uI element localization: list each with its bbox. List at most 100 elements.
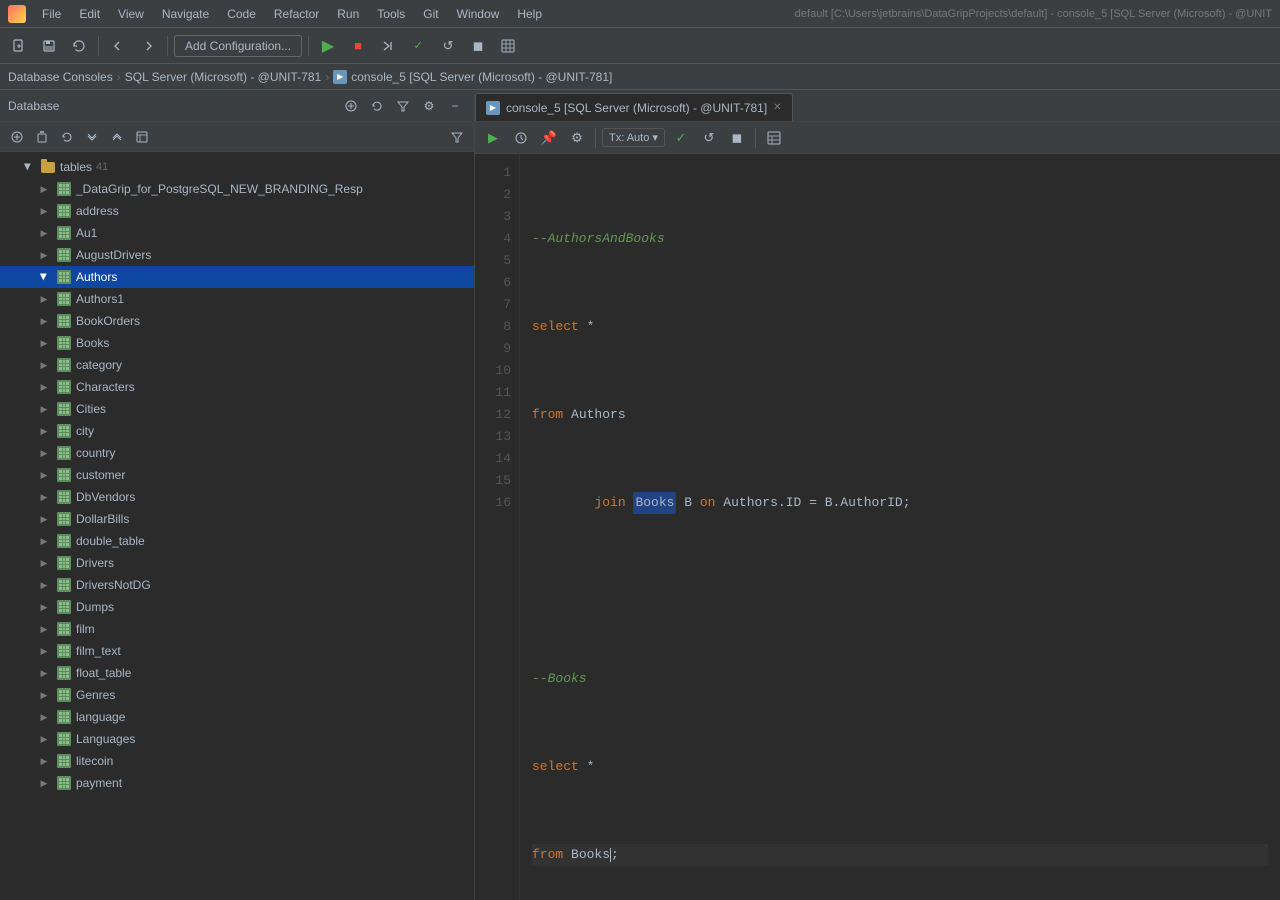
table-country[interactable]: ▶ country (0, 442, 474, 464)
forward-button[interactable] (135, 33, 161, 59)
address-chevron: ▶ (36, 203, 52, 219)
commit-query-button[interactable]: ✓ (669, 126, 693, 150)
table-genres[interactable]: ▶ Genres (0, 684, 474, 706)
table-language[interactable]: ▶ language (0, 706, 474, 728)
au1-icon (56, 225, 72, 241)
table-bookorders[interactable]: ▶ BookOrders (0, 310, 474, 332)
table-customer[interactable]: ▶ customer (0, 464, 474, 486)
line-numbers: 1 2 3 4 5 6 7 8 9 10 11 12 13 14 15 16 (475, 154, 520, 900)
back-button[interactable] (105, 33, 131, 59)
dollarbills-icon (56, 511, 72, 527)
transaction-mode[interactable]: Tx: Auto ▾ (602, 128, 665, 147)
table-film[interactable]: ▶ film (0, 618, 474, 640)
table-cities-name: Cities (76, 402, 106, 416)
menu-run[interactable]: Run (329, 5, 367, 23)
left-filter-button[interactable] (446, 126, 468, 148)
db-collapse-icon[interactable]: − (444, 95, 466, 117)
table-film-text[interactable]: ▶ film_text (0, 640, 474, 662)
table-city[interactable]: ▶ city (0, 420, 474, 442)
cancel-query-button[interactable]: ◼ (725, 126, 749, 150)
menu-tools[interactable]: Tools (369, 5, 413, 23)
menu-file[interactable]: File (34, 5, 69, 23)
dbvendors-icon (56, 489, 72, 505)
db-add-icon[interactable] (340, 95, 362, 117)
table-litecoin[interactable]: ▶ litecoin (0, 750, 474, 772)
breadcrumb-sql-server[interactable]: SQL Server (Microsoft) - @UNIT-781 (125, 70, 321, 84)
cancel-button[interactable]: ◼ (465, 33, 491, 59)
editor-tabs: ▶ console_5 [SQL Server (Microsoft) - @U… (475, 90, 1280, 122)
table-datagrip-name: _DataGrip_for_PostgreSQL_NEW_BRANDING_Re… (76, 182, 363, 196)
refresh-button[interactable] (66, 33, 92, 59)
menu-git[interactable]: Git (415, 5, 446, 23)
commit-button[interactable]: ✓ (405, 33, 431, 59)
bookorders-icon (56, 313, 72, 329)
breadcrumb-database-consoles[interactable]: Database Consoles (8, 70, 113, 84)
rollback-button[interactable]: ↺ (435, 33, 461, 59)
table-books-name: Books (76, 336, 109, 350)
menu-edit[interactable]: Edit (71, 5, 108, 23)
db-filter-icon[interactable] (392, 95, 414, 117)
db-sync-icon[interactable] (366, 95, 388, 117)
litecoin-chevron: ▶ (36, 753, 52, 769)
table-address[interactable]: ▶ address (0, 200, 474, 222)
menu-help[interactable]: Help (509, 5, 550, 23)
stop-button[interactable]: ■ (345, 33, 371, 59)
table-languages[interactable]: ▶ Languages (0, 728, 474, 750)
menu-navigate[interactable]: Navigate (154, 5, 217, 23)
execute-button[interactable]: ▶ (481, 126, 505, 150)
table-dbvendors[interactable]: ▶ DbVendors (0, 486, 474, 508)
table-au1[interactable]: ▶ Au1 (0, 222, 474, 244)
table-driversnotdg[interactable]: ▶ DriversNotDG (0, 574, 474, 596)
tab-close-button[interactable]: ✕ (773, 102, 781, 113)
kw-select-2: select (532, 756, 579, 778)
left-expand-button[interactable] (81, 126, 103, 148)
genres-chevron: ▶ (36, 687, 52, 703)
table-category[interactable]: ▶ category (0, 354, 474, 376)
history-button[interactable] (509, 126, 533, 150)
pin-button[interactable]: 📌 (537, 126, 561, 150)
run-button[interactable]: ▶ (315, 33, 341, 59)
table-augustdrivers[interactable]: ▶ AugustDrivers (0, 244, 474, 266)
table-payment[interactable]: ▶ payment (0, 772, 474, 794)
table-dollarbills[interactable]: ▶ DollarBills (0, 508, 474, 530)
left-collapse-button[interactable] (106, 126, 128, 148)
new-file-button[interactable] (6, 33, 32, 59)
tables-folder[interactable]: ▶ tables 41 (0, 156, 474, 178)
table-drivers[interactable]: ▶ Drivers (0, 552, 474, 574)
table-languages-name: Languages (76, 732, 135, 746)
table-view-button[interactable] (495, 33, 521, 59)
tables-label: tables (60, 160, 92, 174)
rollback-query-button[interactable]: ↺ (697, 126, 721, 150)
table-authors1[interactable]: ▶ Authors1 (0, 288, 474, 310)
table-double-table[interactable]: ▶ double_table (0, 530, 474, 552)
db-settings-icon[interactable]: ⚙ (418, 95, 440, 117)
table-dumps-name: Dumps (76, 600, 114, 614)
table-datagrip[interactable]: ▶ _DataGrip_for_PostgreSQL_NEW_BRANDING_… (0, 178, 474, 200)
table-float-table[interactable]: ▶ float_table (0, 662, 474, 684)
settings-button[interactable]: ⚙ (565, 126, 589, 150)
table-dumps[interactable]: ▶ Dumps (0, 596, 474, 618)
menu-code[interactable]: Code (219, 5, 264, 23)
menu-refactor[interactable]: Refactor (266, 5, 327, 23)
left-add-button[interactable] (6, 126, 28, 148)
left-refresh-button[interactable] (56, 126, 78, 148)
add-configuration-button[interactable]: Add Configuration... (174, 35, 302, 57)
table-authors[interactable]: ▶ Authors (0, 266, 474, 288)
save-button[interactable] (36, 33, 62, 59)
code-editor[interactable]: 1 2 3 4 5 6 7 8 9 10 11 12 13 14 15 16 (475, 154, 1280, 900)
code-content[interactable]: --AuthorsAndBooks select * from Authors … (520, 154, 1280, 900)
left-delete-button[interactable] (31, 126, 53, 148)
editor-tab-console5[interactable]: ▶ console_5 [SQL Server (Microsoft) - @U… (475, 93, 793, 121)
menu-window[interactable]: Window (449, 5, 508, 23)
table-books[interactable]: ▶ Books (0, 332, 474, 354)
languages-icon (56, 731, 72, 747)
left-schema-button[interactable] (131, 126, 153, 148)
table-category-name: category (76, 358, 122, 372)
step-button[interactable] (375, 33, 401, 59)
table-cities[interactable]: ▶ Cities (0, 398, 474, 420)
main-toolbar: Add Configuration... ▶ ■ ✓ ↺ ◼ (0, 28, 1280, 64)
table-dbvendors-name: DbVendors (76, 490, 135, 504)
menu-view[interactable]: View (110, 5, 152, 23)
results-button[interactable] (762, 126, 786, 150)
table-characters[interactable]: ▶ Characters (0, 376, 474, 398)
